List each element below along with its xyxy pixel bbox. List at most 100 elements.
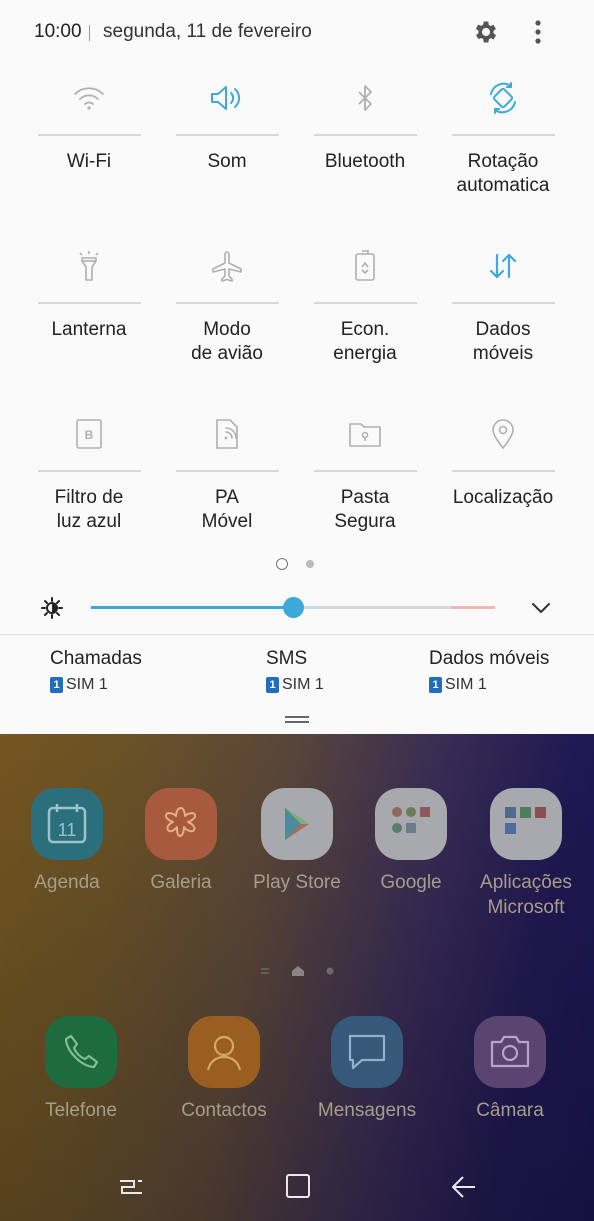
sim-setting-title: Dados móveis xyxy=(429,648,550,669)
sim-card-icon: 1 xyxy=(266,677,279,693)
sim-calls[interactable]: Chamadas 1 SIM 1 xyxy=(50,648,142,694)
speaker-icon xyxy=(211,86,241,110)
tile-mobile-hotspot[interactable]: PA Móvel xyxy=(158,402,296,562)
app-label: Aplicações Microsoft xyxy=(480,872,572,918)
secure-folder-icon xyxy=(349,423,381,447)
app-agenda[interactable]: 11 Agenda xyxy=(7,788,127,895)
date[interactable]: segunda, 11 de fevereiro xyxy=(103,21,312,43)
location-icon xyxy=(492,419,514,450)
tile-blue-light-filter[interactable]: B Filtro de luz azul xyxy=(20,402,158,562)
tile-label: Bluetooth xyxy=(324,151,406,172)
divider xyxy=(0,634,594,635)
tile-label: Localização xyxy=(452,487,554,508)
home-page-indicator xyxy=(261,966,334,976)
tile-bluetooth[interactable]: Bluetooth xyxy=(296,66,434,226)
wifi-icon xyxy=(74,87,104,110)
play-store-icon xyxy=(261,788,333,860)
tile-location[interactable]: Localização xyxy=(434,402,572,562)
tile-label: Rotação automatica xyxy=(456,151,550,196)
brightness-high-zone xyxy=(451,606,495,609)
google-folder-icon xyxy=(375,788,447,860)
mobile-data-icon xyxy=(489,253,517,279)
app-label: Google xyxy=(380,872,442,893)
sim-label: SIM 1 xyxy=(282,676,324,693)
home-screen: 11 Agenda Galeria Play Store Google Apli… xyxy=(0,734,594,1221)
header-separator xyxy=(89,25,90,41)
messages-icon xyxy=(331,1016,403,1088)
tile-label: Dados móveis xyxy=(472,319,534,364)
sim-card-icon: 1 xyxy=(429,677,442,693)
settings-gear-icon[interactable] xyxy=(472,18,500,46)
page-dot[interactable] xyxy=(306,560,314,568)
tile-label: Pasta Segura xyxy=(334,487,396,532)
more-options-icon[interactable] xyxy=(526,18,550,46)
app-label: Agenda xyxy=(34,872,100,893)
app-mensagens[interactable]: Mensagens xyxy=(307,1016,427,1123)
home-button-icon[interactable] xyxy=(281,1172,315,1202)
tile-label: Wi-Fi xyxy=(66,151,112,172)
app-label: Câmara xyxy=(476,1100,544,1121)
sim-card-icon: 1 xyxy=(50,677,63,693)
brightness-slider[interactable] xyxy=(91,597,495,618)
app-label: Galeria xyxy=(150,872,212,893)
app-label: Telefone xyxy=(45,1100,117,1121)
rotation-icon xyxy=(490,82,516,114)
tile-label: Filtro de luz azul xyxy=(54,487,124,532)
panel-drag-handle[interactable] xyxy=(285,716,309,726)
camera-icon xyxy=(474,1016,546,1088)
app-label: Contactos xyxy=(181,1100,267,1121)
tile-sound[interactable]: Som xyxy=(158,66,296,226)
tile-airplane-mode[interactable]: Modo de avião xyxy=(158,234,296,394)
tile-secure-folder[interactable]: Pasta Segura xyxy=(296,402,434,562)
app-play-store[interactable]: Play Store xyxy=(237,788,357,895)
calendar-icon: 11 xyxy=(31,788,103,860)
tile-flashlight[interactable]: Lanterna xyxy=(20,234,158,394)
notification-panel: 10:00 segunda, 11 de fevereiro Wi-Fi Som… xyxy=(0,0,594,734)
sim-label: SIM 1 xyxy=(445,676,487,693)
app-label: Mensagens xyxy=(317,1100,417,1121)
chevron-down-icon[interactable] xyxy=(530,598,552,618)
phone-icon xyxy=(45,1016,117,1088)
tile-label: Som xyxy=(207,151,247,172)
tile-mobile-data[interactable]: Dados móveis xyxy=(434,234,572,394)
battery-saver-icon xyxy=(355,250,375,281)
app-microsoft-folder[interactable]: Aplicações Microsoft xyxy=(466,788,586,920)
tile-label: Modo de avião xyxy=(191,319,263,364)
app-camara[interactable]: Câmara xyxy=(450,1016,570,1123)
brightness-thumb[interactable] xyxy=(283,597,304,618)
tile-auto-rotate[interactable]: Rotação automatica xyxy=(434,66,572,226)
tile-wifi[interactable]: Wi-Fi xyxy=(20,66,158,226)
gallery-icon xyxy=(145,788,217,860)
airplane-icon xyxy=(212,251,242,282)
app-label: Play Store xyxy=(253,872,341,893)
blue-light-filter-icon: B xyxy=(76,419,102,449)
sim-mobile-data[interactable]: Dados móveis 1 SIM 1 xyxy=(429,648,549,694)
tile-power-saving[interactable]: Econ. energia xyxy=(296,234,434,394)
tile-label: Econ. energia xyxy=(333,319,397,364)
brightness-fill xyxy=(91,606,293,609)
clock: 10:00 xyxy=(34,21,82,42)
recent-apps-icon[interactable] xyxy=(114,1172,148,1202)
app-galeria[interactable]: Galeria xyxy=(121,788,241,895)
contacts-icon xyxy=(188,1016,260,1088)
tile-label: Lanterna xyxy=(51,319,127,340)
page-dot-current xyxy=(276,558,288,570)
navigation-bar xyxy=(0,1150,594,1221)
sim-sms[interactable]: SMS 1 SIM 1 xyxy=(266,648,324,694)
sim-setting-title: Chamadas xyxy=(50,648,142,669)
app-contactos[interactable]: Contactos xyxy=(164,1016,284,1123)
brightness-icon xyxy=(41,597,63,619)
flashlight-icon xyxy=(79,251,99,281)
bluetooth-icon xyxy=(358,85,372,111)
svg-text:11: 11 xyxy=(58,820,77,840)
svg-text:B: B xyxy=(85,428,94,442)
microsoft-folder-icon xyxy=(490,788,562,860)
panel-header: 10:00 segunda, 11 de fevereiro xyxy=(0,0,594,66)
mobile-hotspot-icon xyxy=(216,419,238,449)
app-telefone[interactable]: Telefone xyxy=(21,1016,141,1123)
back-icon[interactable] xyxy=(447,1172,481,1202)
app-google-folder[interactable]: Google xyxy=(351,788,471,895)
sim-setting-title: SMS xyxy=(266,648,308,669)
sim-label: SIM 1 xyxy=(66,676,108,693)
tile-label: PA Móvel xyxy=(201,487,253,532)
